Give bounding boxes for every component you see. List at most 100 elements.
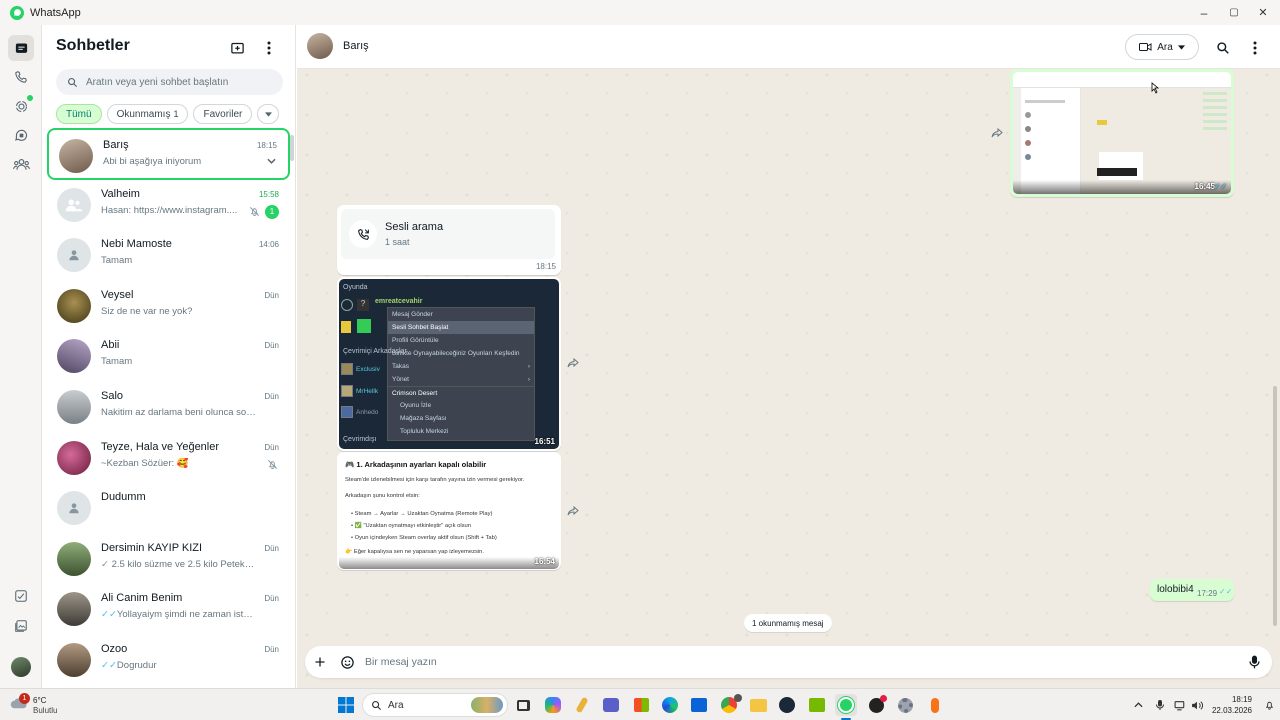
chat-item-nebi-mamoste[interactable]: Nebi Mamoste 14:06 Tamam: [47, 229, 290, 280]
avatar: [57, 592, 91, 627]
call-button[interactable]: Ara: [1125, 34, 1199, 60]
store-app[interactable]: [630, 694, 652, 716]
starred-icon: [15, 590, 27, 602]
voice-message-button[interactable]: [1245, 653, 1263, 671]
outgoing-text-message[interactable]: lolobibi4 17:29 ✓✓: [1150, 579, 1234, 601]
contact-name[interactable]: Barış: [343, 40, 369, 52]
nvidia-app[interactable]: [806, 694, 828, 716]
incoming-image-message[interactable]: Oyunda ? emreatcevahir Mesaj Gönder Sesl…: [337, 277, 561, 451]
chat-item-valheim[interactable]: Valheim 15:58 Hasan: https://www.instagr…: [47, 179, 290, 230]
chevron-down-icon[interactable]: [267, 158, 276, 164]
chat-item-ali-canim-benim[interactable]: Ali Canim Benim Dün ✓✓Yollayaiym şimdi n…: [47, 583, 290, 634]
tray-overflow-button[interactable]: [1131, 698, 1145, 712]
chat-item-baris[interactable]: Barış 18:15 Abi bi aşağıya iniyorum: [47, 128, 290, 180]
settings-app[interactable]: [894, 694, 916, 716]
store-icon: [633, 698, 649, 712]
forward-button[interactable]: [564, 354, 582, 372]
starred-nav-button[interactable]: [8, 583, 34, 609]
menu-button[interactable]: [259, 38, 279, 58]
chat-preview: Tamam: [101, 356, 133, 368]
edge-app[interactable]: [659, 694, 681, 716]
chat-item-abii[interactable]: Abii Dün Tamam: [47, 330, 290, 381]
forward-button[interactable]: [564, 502, 582, 520]
status-new-dot: [27, 95, 33, 101]
person-icon: [69, 503, 79, 514]
taskbar: 1 6°C Bulutlu Ara 18:19 22.03.2026: [0, 688, 1280, 720]
copilot-app[interactable]: [542, 694, 564, 716]
menu-icon: [267, 41, 271, 55]
pen-app[interactable]: [571, 694, 593, 716]
calls-nav-button[interactable]: [8, 64, 34, 90]
notifications-button[interactable]: [1262, 698, 1276, 712]
tray-mic-button[interactable]: [1153, 698, 1167, 712]
task-view-button[interactable]: [512, 694, 534, 716]
channels-nav-button[interactable]: [8, 122, 34, 148]
search-input[interactable]: [86, 76, 266, 88]
volume-button[interactable]: [1190, 698, 1204, 712]
new-chat-button[interactable]: [227, 38, 247, 58]
voice-access-app[interactable]: [924, 694, 946, 716]
network-button[interactable]: [1173, 698, 1187, 712]
recording-app[interactable]: [865, 694, 887, 716]
chats-nav-button[interactable]: [8, 35, 34, 61]
chat-items: Barış 18:15 Abi bi aşağıya iniyorum Valh…: [47, 128, 290, 685]
outgoing-image-message[interactable]: 16:45 ✓✓: [1010, 69, 1234, 197]
attach-button[interactable]: [311, 653, 329, 671]
search-box[interactable]: [56, 69, 283, 95]
media-nav-button[interactable]: [8, 613, 34, 639]
emoji-button[interactable]: [338, 653, 356, 671]
chat-item-dersimin-kayip-kizi[interactable]: Dersimin KAYIP KIZI Dün ✓ 2.5 kilo süzme…: [47, 533, 290, 584]
contact-avatar[interactable]: [307, 33, 333, 59]
cursor-icon: [1151, 82, 1160, 94]
steam-section-label: Çevrimiçi Arkadaşlar: [343, 348, 407, 355]
chat-preview: ✓ 2.5 kilo süzme ve 2.5 kilo Petek bir .…: [101, 558, 256, 570]
filter-unread-chip[interactable]: Okunmamış 1: [106, 104, 189, 124]
search-icon: [1217, 42, 1229, 54]
steam-app[interactable]: [776, 694, 798, 716]
chrome-app[interactable]: [718, 694, 742, 716]
chat-item-dudumm[interactable]: Dudumm: [47, 482, 290, 533]
screenshot-image[interactable]: 16:45 ✓✓: [1013, 72, 1231, 194]
minimize-button[interactable]: –: [1187, 0, 1221, 25]
close-button[interactable]: ✕: [1246, 0, 1280, 25]
chat-time: Dün: [264, 391, 279, 401]
outlook-app[interactable]: [688, 694, 710, 716]
filter-favorites-chip[interactable]: Favoriler: [193, 104, 253, 124]
clock-time: 18:19: [1231, 695, 1252, 704]
teams-app[interactable]: [600, 694, 622, 716]
forward-icon: [567, 358, 579, 368]
status-nav-button[interactable]: [8, 93, 34, 119]
conversation-scrollbar[interactable]: [1273, 71, 1278, 641]
search-messages-button[interactable]: [1213, 38, 1233, 58]
taskbar-search[interactable]: Ara: [362, 693, 508, 717]
file-explorer-app[interactable]: [747, 694, 769, 716]
steam-menu-item: Birlikte Oynayabileceğiniz Oyunları Keşf…: [392, 350, 520, 357]
start-button[interactable]: [335, 694, 357, 716]
instructions-screenshot[interactable]: 🎮 1. Arkadaşının ayarları kapalı olabili…: [339, 453, 559, 569]
chat-list-scrollbar[interactable]: [290, 135, 294, 161]
communities-nav-button[interactable]: [8, 151, 34, 177]
chat-menu-button[interactable]: [1245, 38, 1265, 58]
voice-call-card[interactable]: Sesli arama 1 saat: [341, 209, 555, 259]
sent-tick-icon: ✓: [101, 558, 109, 570]
filter-all-chip[interactable]: Tümü: [56, 104, 102, 124]
chat-item-ozoo[interactable]: Ozoo Dün ✓✓Dogrudur: [47, 634, 290, 685]
forward-button[interactable]: [988, 124, 1006, 142]
chat-name: Salo: [101, 389, 124, 402]
filter-more-button[interactable]: [257, 104, 280, 124]
weather-widget[interactable]: 1 6°C Bulutlu: [10, 693, 70, 716]
call-button-label: Ara: [1157, 41, 1173, 53]
nav-rail: [0, 25, 42, 688]
pen-icon: [575, 696, 589, 714]
chat-item-salo[interactable]: Salo Dün Nakitim az darlama beni olunca …: [47, 381, 290, 432]
whatsapp-taskbar-app[interactable]: [835, 694, 857, 720]
incoming-image-message[interactable]: 🎮 1. Arkadaşının ayarları kapalı olabili…: [337, 452, 561, 570]
steam-friends-screenshot[interactable]: Oyunda ? emreatcevahir Mesaj Gönder Sesl…: [339, 279, 559, 449]
conversation-header[interactable]: Barış Ara: [297, 25, 1280, 69]
profile-avatar-button[interactable]: [8, 654, 34, 680]
chat-item-veysel[interactable]: Veysel Dün Siz de ne var ne yok?: [47, 280, 290, 331]
message-input[interactable]: [365, 654, 1185, 670]
incoming-call-message[interactable]: Sesli arama 1 saat 18:15: [337, 205, 561, 275]
chat-item-teyze-hala-yegenler[interactable]: Teyze, Hala ve Yeğenler Dün ~Kezban Sözü…: [47, 432, 290, 483]
system-clock[interactable]: 18:19 22.03.2026: [1212, 694, 1252, 716]
